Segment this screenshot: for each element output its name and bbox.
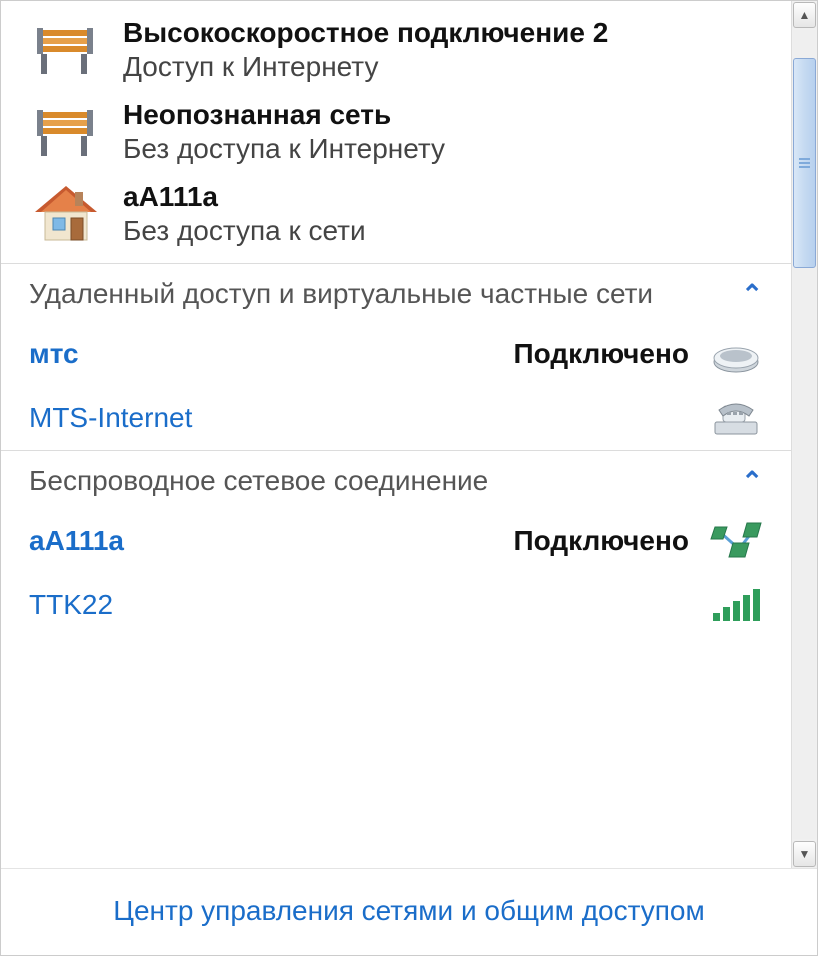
- current-networks-section: Высокоскоростное подключение 2 Доступ к …: [1, 1, 791, 263]
- network-text: Неопознанная сеть Без доступа к Интернет…: [123, 99, 445, 165]
- chevron-up-icon: ⌃: [741, 279, 763, 310]
- network-title: Высокоскоростное подключение 2: [123, 17, 608, 49]
- network-subtitle: Без доступа к Интернету: [123, 133, 445, 165]
- connection-item[interactable]: TTK22: [1, 573, 791, 637]
- modem-icon: [709, 332, 763, 376]
- network-text: aA111a Без доступа к сети: [123, 181, 366, 247]
- chevron-up-icon: ⌃: [741, 466, 763, 497]
- phone-modem-icon: [709, 396, 763, 440]
- network-item[interactable]: Высокоскоростное подключение 2 Доступ к …: [1, 9, 791, 91]
- connection-status: Подключено: [514, 338, 689, 370]
- network-nodes-icon: [709, 519, 763, 563]
- connection-right: Подключено: [514, 519, 763, 563]
- scroll-track[interactable]: [793, 30, 816, 839]
- group-header-dialup-vpn[interactable]: Удаленный доступ и виртуальные частные с…: [1, 264, 791, 322]
- network-title: Неопознанная сеть: [123, 99, 445, 131]
- open-network-center-link[interactable]: Центр управления сетями и общим доступом: [113, 895, 705, 926]
- bench-icon: [31, 97, 101, 167]
- bench-icon: [31, 15, 101, 85]
- content-pane: Высокоскоростное подключение 2 Доступ к …: [1, 1, 791, 868]
- network-subtitle: Доступ к Интернету: [123, 51, 608, 83]
- scroll-up-button[interactable]: ▲: [793, 2, 816, 28]
- network-subtitle: Без доступа к сети: [123, 215, 366, 247]
- group-header-label: Беспроводное сетевое соединение: [29, 465, 488, 497]
- network-title: aA111a: [123, 181, 366, 213]
- connection-name: aA111a: [29, 525, 124, 557]
- connection-item[interactable]: мтс Подключено: [1, 322, 791, 386]
- connection-name: мтс: [29, 338, 79, 370]
- connection-right: Подключено: [514, 332, 763, 376]
- footer: Центр управления сетями и общим доступом: [1, 868, 817, 955]
- connection-right: [689, 396, 763, 440]
- scroll-thumb[interactable]: [793, 58, 816, 268]
- signal-bars-icon: [709, 583, 763, 627]
- scroll-down-button[interactable]: ▼: [793, 841, 816, 867]
- network-flyout: Высокоскоростное подключение 2 Доступ к …: [1, 1, 817, 955]
- connection-status: Подключено: [514, 525, 689, 557]
- vertical-scrollbar[interactable]: ▲ ▼: [791, 1, 817, 868]
- connection-item[interactable]: aA111a Подключено: [1, 509, 791, 573]
- connection-item[interactable]: MTS-Internet: [1, 386, 791, 450]
- connection-name: MTS-Internet: [29, 402, 192, 434]
- connection-name: TTK22: [29, 589, 113, 621]
- group-header-label: Удаленный доступ и виртуальные частные с…: [29, 278, 653, 310]
- connection-right: [689, 583, 763, 627]
- network-item[interactable]: aA111a Без доступа к сети: [1, 173, 791, 255]
- network-text: Высокоскоростное подключение 2 Доступ к …: [123, 17, 608, 83]
- group-header-wireless[interactable]: Беспроводное сетевое соединение ⌃: [1, 451, 791, 509]
- network-item[interactable]: Неопознанная сеть Без доступа к Интернет…: [1, 91, 791, 173]
- body-area: Высокоскоростное подключение 2 Доступ к …: [1, 1, 817, 868]
- house-icon: [31, 179, 101, 249]
